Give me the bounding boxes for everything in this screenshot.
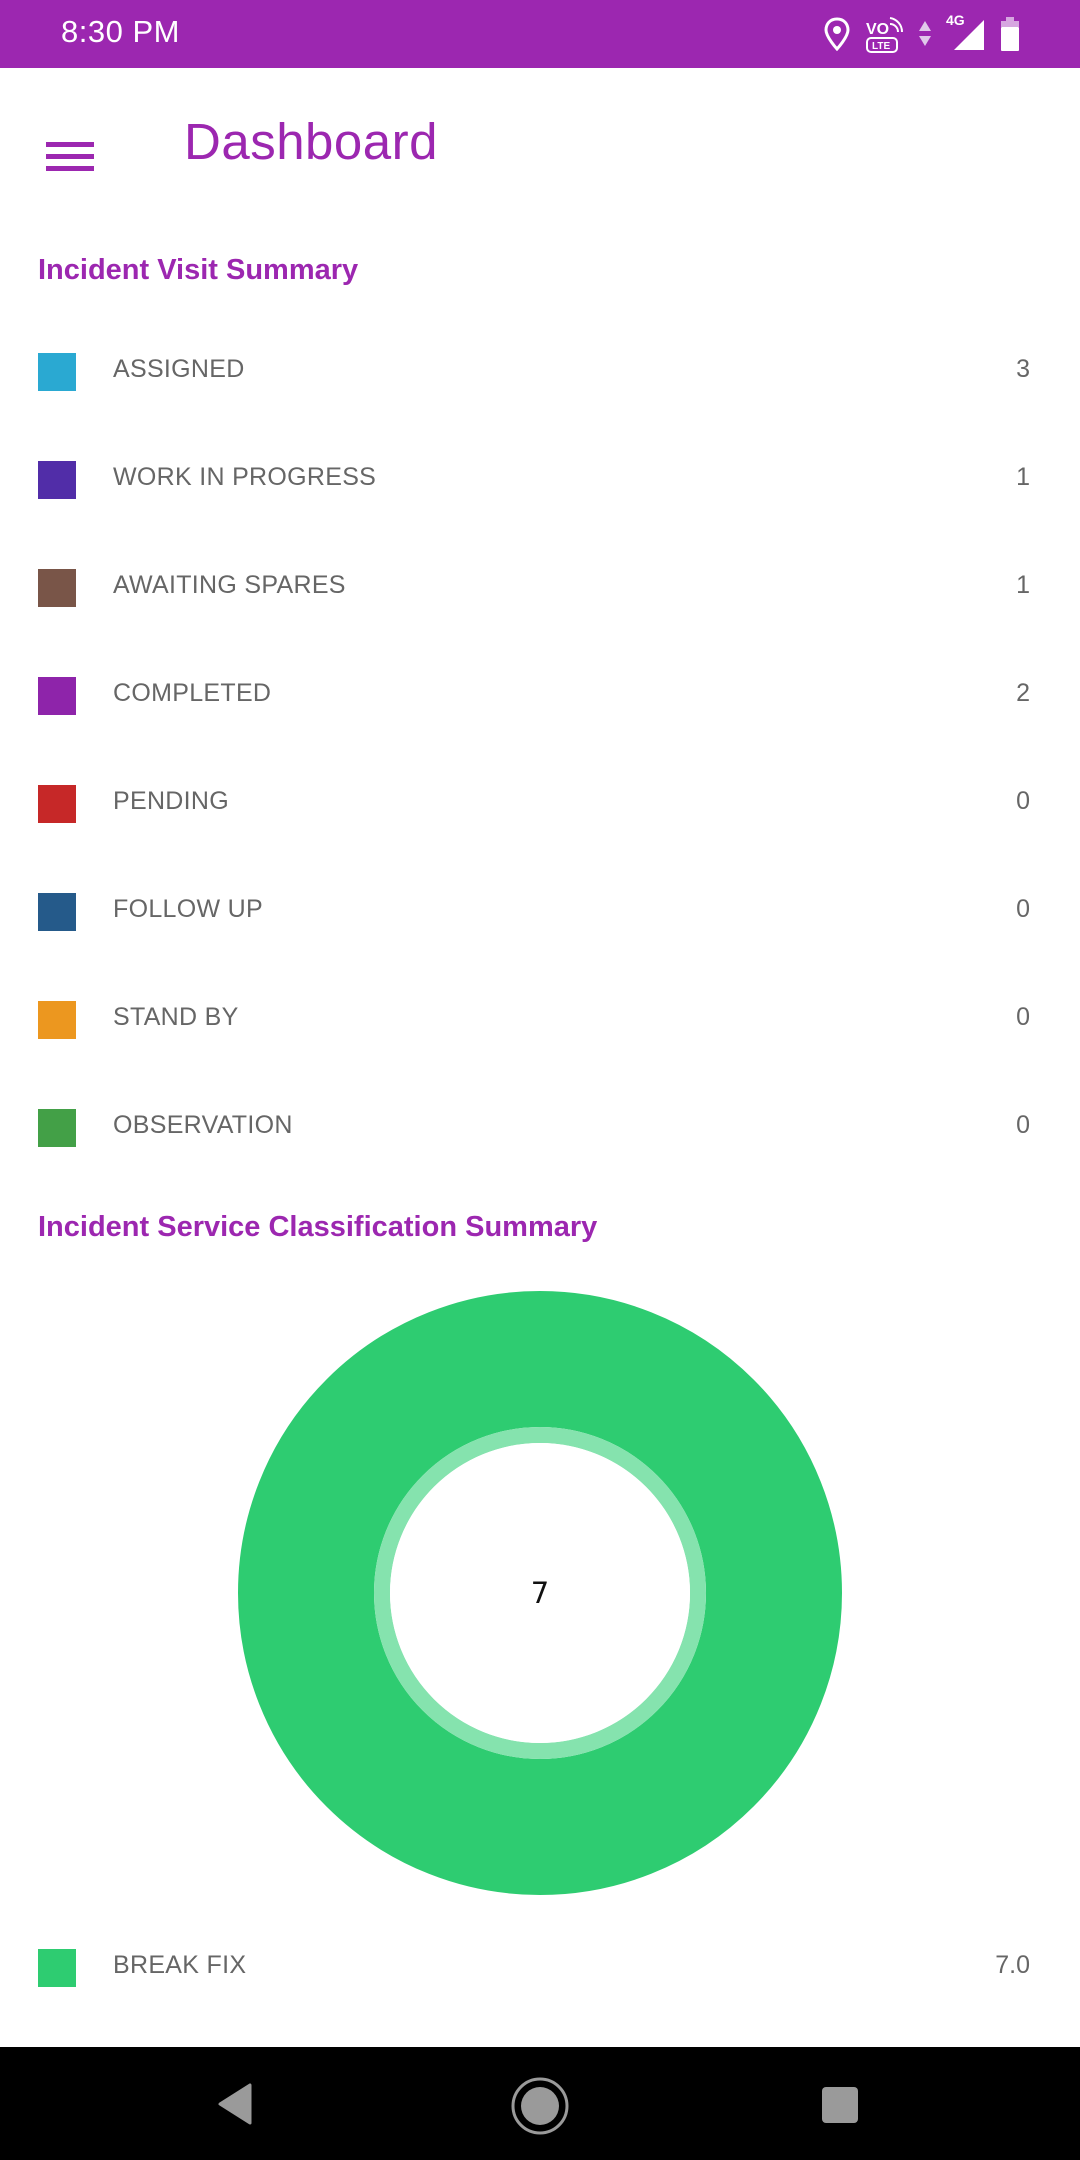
status-icons: VO LTE 4G	[824, 12, 1020, 54]
color-swatch	[38, 1001, 76, 1039]
color-swatch	[38, 353, 76, 391]
volte-text: VO	[866, 21, 889, 38]
color-swatch	[38, 785, 76, 823]
legend-row: PENDING 0	[0, 774, 1080, 834]
legend-label: STAND BY	[113, 1003, 239, 1031]
app-bar: Dashboard	[0, 68, 1080, 218]
legend-label: OBSERVATION	[113, 1111, 293, 1139]
legend-value: 2	[1016, 679, 1030, 707]
legend-label: AWAITING SPARES	[113, 571, 346, 599]
legend-label: FOLLOW UP	[113, 895, 263, 923]
visit-summary-title: Incident Visit Summary	[38, 254, 359, 286]
navigation-bar	[0, 2047, 1080, 2160]
recents-icon[interactable]	[818, 2083, 862, 2127]
hamburger-menu-icon[interactable]	[36, 120, 104, 188]
lte-text: LTE	[872, 41, 890, 52]
data-arrows-icon	[919, 21, 931, 46]
volte-icon: VO LTE	[866, 17, 904, 53]
legend-row: AWAITING SPARES 1	[0, 558, 1080, 618]
classification-summary-title: Incident Service Classification Summary	[38, 1211, 598, 1243]
donut-center-label: 7	[531, 1576, 549, 1610]
legend-row: COMPLETED 2	[0, 666, 1080, 726]
status-time: 8:30 PM	[61, 14, 180, 49]
legend-row: OBSERVATION 0	[0, 1098, 1080, 1158]
color-swatch	[38, 893, 76, 931]
home-icon[interactable]	[508, 2074, 572, 2138]
classification-donut-chart: 7	[238, 1291, 842, 1895]
legend-label: PENDING	[113, 787, 230, 815]
legend-value: 7.0	[995, 1951, 1030, 1979]
legend-value: 3	[1016, 355, 1030, 383]
legend-label: BREAK FIX	[113, 1951, 247, 1979]
color-swatch	[38, 1109, 76, 1147]
legend-row: FOLLOW UP 0	[0, 882, 1080, 942]
color-swatch	[38, 569, 76, 607]
battery-icon	[1001, 17, 1019, 51]
legend-row: ASSIGNED 3	[0, 342, 1080, 402]
legend-value: 0	[1016, 1003, 1030, 1031]
back-icon[interactable]	[212, 2081, 258, 2127]
signal-icon: 4G	[946, 12, 986, 52]
page-title: Dashboard	[184, 113, 438, 170]
color-swatch	[38, 461, 76, 499]
legend-value: 0	[1016, 895, 1030, 923]
legend-value: 0	[1016, 787, 1030, 815]
legend-label: WORK IN PROGRESS	[113, 463, 377, 491]
legend-value: 0	[1016, 1111, 1030, 1139]
legend-label: COMPLETED	[113, 679, 272, 707]
legend-row: WORK IN PROGRESS 1	[0, 450, 1080, 510]
legend-value: 1	[1016, 463, 1030, 491]
status-bar: 8:30 PM VO LTE 4G	[0, 0, 1080, 68]
legend-value: 1	[1016, 571, 1030, 599]
legend-row: BREAK FIX 7.0	[0, 1938, 1080, 1998]
legend-label: ASSIGNED	[113, 355, 245, 383]
color-swatch	[38, 1949, 76, 1987]
color-swatch	[38, 677, 76, 715]
location-icon	[824, 17, 850, 51]
legend-row: STAND BY 0	[0, 990, 1080, 1050]
